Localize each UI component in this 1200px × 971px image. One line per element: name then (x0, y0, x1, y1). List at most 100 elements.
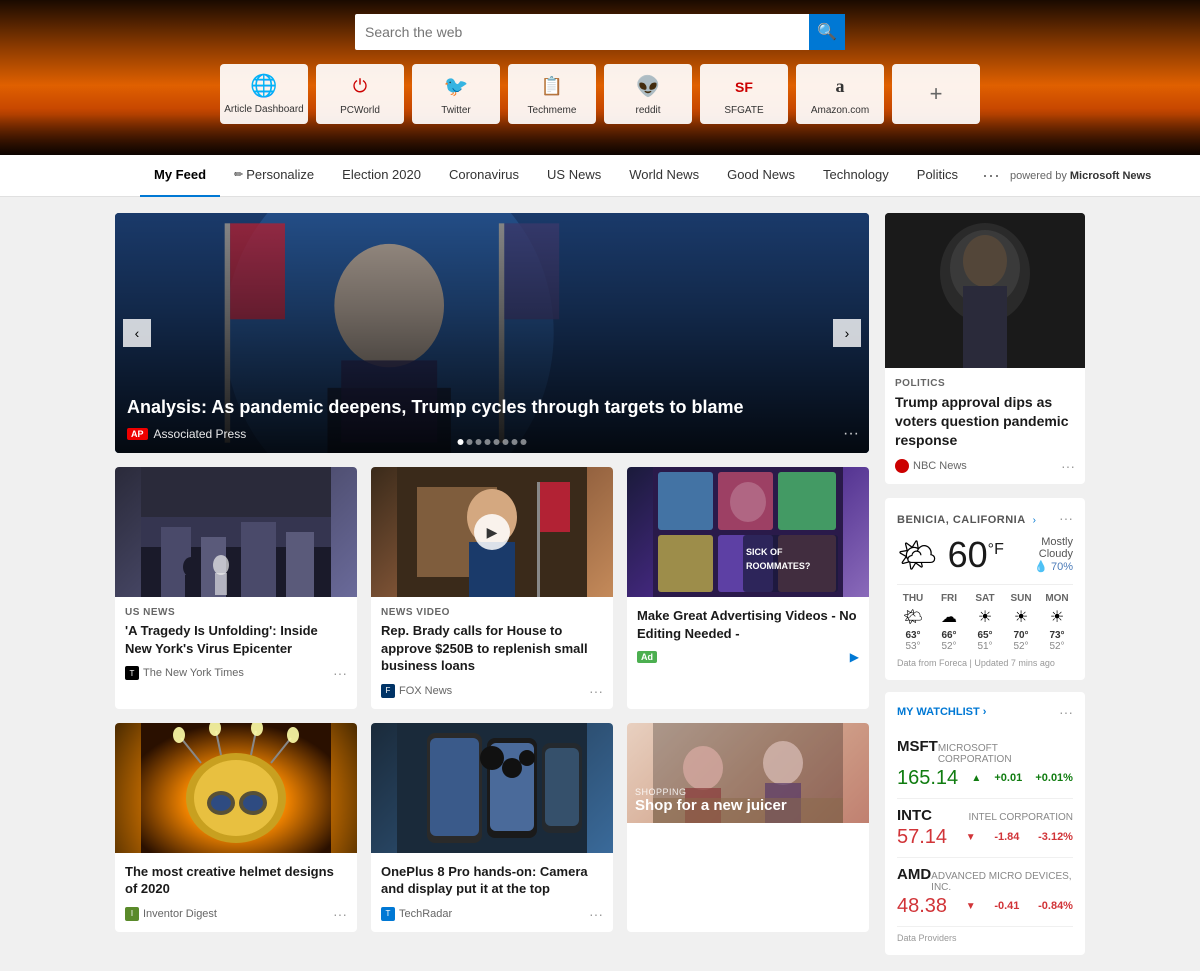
news-card-fox-video[interactable]: ▶ NEWS VIDEO Rep. Brady calls for House … (371, 467, 613, 709)
intc-down-icon: ▼ (966, 832, 976, 843)
tab-good-news[interactable]: Good News (713, 155, 809, 197)
news-column: ‹ › Analysis: As pandemic deepens, Trump… (115, 213, 869, 955)
search-button[interactable]: 🔍 (809, 14, 845, 50)
quicklink-add[interactable]: + (892, 64, 980, 124)
politics-card-body: POLITICS Trump approval dips as voters q… (885, 368, 1085, 484)
fox-icon: F (381, 684, 395, 698)
news-card-us-news[interactable]: US NEWS 'A Tragedy Is Unfolding': Inside… (115, 467, 357, 709)
stocks-more-button[interactable]: ··· (1059, 704, 1073, 720)
news-footer-bot2: T TechRadar ··· (381, 906, 603, 922)
search-input[interactable] (365, 24, 809, 40)
shopping-overlay-text: Shopping Shop for a new juicer (635, 787, 787, 815)
quick-links: 🌐 Article Dashboard ⏻ PCWorld 🐦 Twitter … (220, 64, 980, 124)
news-card-shopping[interactable]: Shopping Shop for a new juicer (627, 723, 869, 932)
nav-more-button[interactable]: ··· (972, 155, 1010, 197)
tab-election-2020[interactable]: Election 2020 (328, 155, 435, 197)
news-grid-row1: US NEWS 'A Tragedy Is Unfolding': Inside… (115, 467, 869, 709)
quicklink-article-dashboard[interactable]: 🌐 Article Dashboard (220, 64, 308, 124)
quicklink-sfgate[interactable]: SF SFGATE (700, 64, 788, 124)
stock-msft-top: MSFT MICROSOFT CORPORATION (897, 738, 1073, 765)
amd-price: 48.38 (897, 895, 947, 918)
intc-price: 57.14 (897, 826, 947, 849)
news-more-2[interactable]: ··· (589, 683, 603, 699)
amd-change: -0.41 (994, 900, 1019, 912)
news-card-inventor[interactable]: The most creative helmet designs of 2020… (115, 723, 357, 932)
svg-text:ROOMMATES?: ROOMMATES? (746, 561, 810, 571)
politics-card[interactable]: POLITICS Trump approval dips as voters q… (885, 213, 1085, 484)
shopping-tag: Shopping (635, 787, 787, 797)
news-source-bot1: I Inventor Digest (125, 907, 217, 921)
news-title-1: 'A Tragedy Is Unfolding': Inside New Yor… (125, 622, 347, 657)
forecast-mon-icon: ☀ (1041, 607, 1073, 627)
tab-personalize[interactable]: ✏ Personalize (220, 155, 328, 197)
politics-card-image (885, 213, 1085, 368)
intc-change: -1.84 (994, 831, 1019, 843)
news-category-2: NEWS VIDEO (381, 607, 603, 618)
news-more-bot2[interactable]: ··· (589, 906, 603, 922)
news-card-ad[interactable]: SICK OF ROOMMATES? Make Great Advertisin… (627, 467, 869, 709)
data-providers-label: Data Providers (897, 933, 1073, 943)
weather-location[interactable]: BENICIA, CALIFORNIA › (897, 510, 1036, 526)
forecast-sat-icon: ☀ (969, 607, 1001, 627)
weather-rain-chance: 💧 70% (1014, 560, 1073, 573)
msft-price: 165.14 (897, 767, 958, 790)
news-title-bot1: The most creative helmet designs of 2020 (125, 863, 347, 898)
forecast-mon: MON ☀ 73° 52° (1041, 593, 1073, 652)
stock-amd-top: AMD ADVANCED MICRO DEVICES, INC. (897, 866, 1073, 893)
featured-info: Analysis: As pandemic deepens, Trump cyc… (115, 384, 869, 453)
nav-tabs: My Feed ✏ Personalize Election 2020 Coro… (140, 155, 1010, 197)
forecast-sun-icon: ☀ (1005, 607, 1037, 627)
quicklink-amazon[interactable]: a Amazon.com (796, 64, 884, 124)
tab-coronavirus[interactable]: Coronavirus (435, 155, 533, 197)
news-card-body-bot1: The most creative helmet designs of 2020… (115, 853, 357, 932)
source-badge: AP (127, 428, 148, 440)
video-play-icon: ▶ (474, 514, 510, 550)
news-card-phone[interactable]: OnePlus 8 Pro hands-on: Camera and displ… (371, 723, 613, 932)
quicklink-reddit[interactable]: 👽 reddit (604, 64, 692, 124)
featured-article[interactable]: ‹ › Analysis: As pandemic deepens, Trump… (115, 213, 869, 453)
tab-technology[interactable]: Technology (809, 155, 903, 197)
stock-amd[interactable]: AMD ADVANCED MICRO DEVICES, INC. 48.38 ▼… (897, 858, 1073, 927)
news-more-1[interactable]: ··· (333, 665, 347, 681)
stocks-widget: MY WATCHLIST › ··· MSFT MICROSOFT CORPOR… (885, 692, 1085, 955)
stock-msft[interactable]: MSFT MICROSOFT CORPORATION 165.14 ▲ +0.0… (897, 730, 1073, 799)
quicklink-pcworld[interactable]: ⏻ PCWorld (316, 64, 404, 124)
weather-forecast: THU 🌤 63° 53° FRI ☁ 66° 52° SAT ☀ 65° 51… (897, 584, 1073, 652)
tab-my-feed[interactable]: My Feed (140, 155, 220, 197)
news-more-bot1[interactable]: ··· (333, 906, 347, 922)
stock-intc[interactable]: INTC INTEL CORPORATION 57.14 ▼ -1.84 -3.… (897, 799, 1073, 858)
tab-world-news[interactable]: World News (615, 155, 713, 197)
shopping-title: Shop for a new juicer (635, 797, 787, 815)
weather-more-button[interactable]: ··· (1059, 510, 1073, 526)
quicklink-techmeme[interactable]: 📋 Techmeme (508, 64, 596, 124)
news-title-2: Rep. Brady calls for House to approve $2… (381, 622, 603, 675)
featured-prev-button[interactable]: ‹ (123, 319, 151, 347)
twitter-icon: 🐦 (442, 73, 470, 101)
quicklink-twitter[interactable]: 🐦 Twitter (412, 64, 500, 124)
weather-description: Mostly Cloudy 💧 70% (1014, 536, 1073, 573)
msft-up-icon: ▲ (971, 773, 981, 784)
news-grid-row2: The most creative helmet designs of 2020… (115, 723, 869, 932)
pcworld-icon: ⏻ (346, 73, 374, 101)
politics-footer: NBC News ··· (895, 458, 1075, 474)
featured-next-button[interactable]: › (833, 319, 861, 347)
nyt-icon: T (125, 666, 139, 680)
politics-title: Trump approval dips as voters question p… (895, 393, 1075, 450)
featured-title: Analysis: As pandemic deepens, Trump cyc… (127, 396, 857, 419)
politics-more-button[interactable]: ··· (1061, 458, 1075, 474)
tab-us-news[interactable]: US News (533, 155, 615, 197)
featured-source: AP Associated Press (127, 427, 857, 441)
reddit-icon: 👽 (634, 73, 662, 101)
news-category-1: US NEWS (125, 607, 347, 618)
msft-pct: +0.01% (1035, 772, 1073, 784)
techmeme-icon: 📋 (538, 73, 566, 101)
weather-location-arrow: › (1033, 515, 1036, 526)
tab-politics[interactable]: Politics (903, 155, 972, 197)
news-card-body-1: US NEWS 'A Tragedy Is Unfolding': Inside… (115, 597, 357, 691)
article-dashboard-icon: 🌐 (250, 72, 278, 100)
stock-intc-top: INTC INTEL CORPORATION (897, 807, 1073, 824)
shopping-image: Shopping Shop for a new juicer (627, 723, 869, 823)
inventor-icon: I (125, 907, 139, 921)
watchlist-title[interactable]: MY WATCHLIST › (897, 706, 986, 718)
news-footer-2: F FOX News ··· (381, 683, 603, 699)
